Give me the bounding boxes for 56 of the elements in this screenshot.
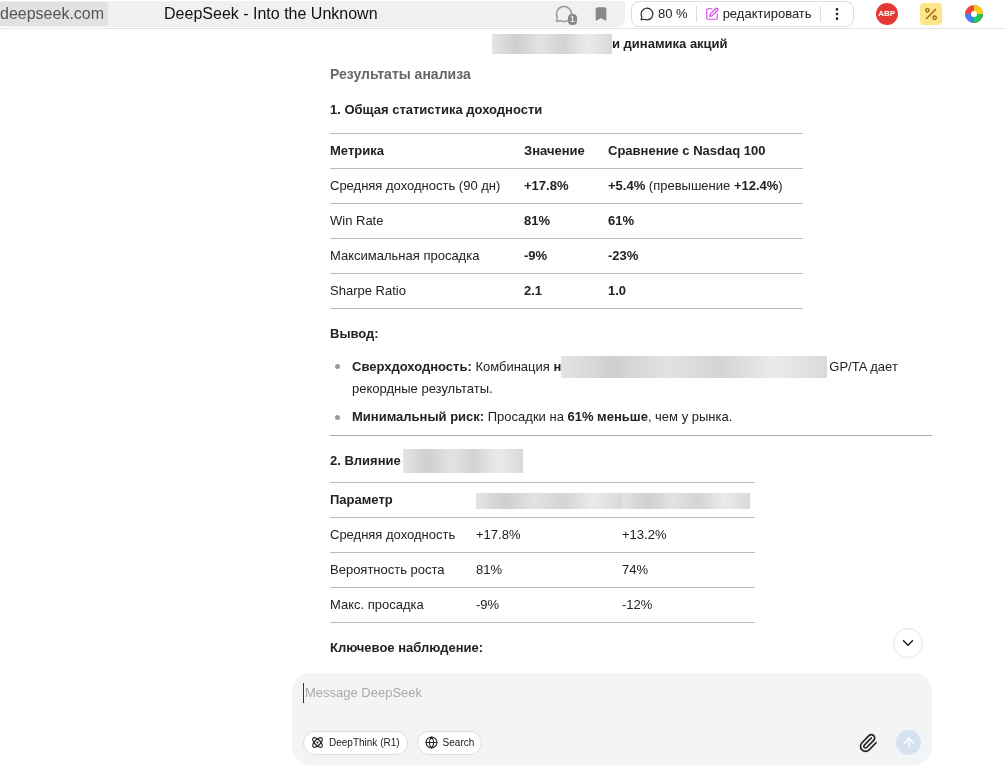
bullet-text: Сверхдоходность: Комбинация н — [352, 358, 562, 376]
table-cell: +17.8% — [524, 168, 608, 203]
table-cell: -9% — [476, 587, 622, 623]
table-cell: 2.1 — [524, 273, 608, 308]
table-cell: -9% — [524, 238, 608, 273]
table-cell: -23% — [608, 238, 803, 273]
table-cell: 61% — [608, 203, 803, 238]
percent-extension-icon[interactable] — [919, 3, 942, 25]
table-cell: Максимальная просадка — [330, 238, 524, 273]
zoom-button[interactable]: 80 % — [640, 4, 688, 24]
pen-icon — [704, 7, 719, 21]
bullet-text: GP/TA дает — [829, 358, 898, 376]
conclusion-title: Вывод: — [330, 324, 380, 343]
deepthink-button[interactable]: DeepThink (R1) — [303, 730, 408, 755]
table-cell: +5.4% (превышение +12.4%) — [608, 168, 803, 203]
color-wheel-icon[interactable] — [963, 4, 984, 24]
search-button[interactable]: Search — [416, 730, 483, 755]
atom-icon — [311, 736, 324, 749]
table-cell: 74% — [622, 552, 755, 588]
attach-icon[interactable] — [858, 732, 878, 753]
bullet-icon — [335, 364, 340, 369]
column-header: Метрика — [330, 133, 524, 168]
bookmark-icon[interactable] — [593, 6, 609, 22]
section-title: 1. Общая статистика доходности — [330, 101, 544, 119]
bullet-icon — [335, 415, 340, 420]
scroll-down-button[interactable] — [893, 628, 923, 658]
table-cell: Макс. просадка — [330, 587, 476, 623]
table-cell: +13.2% — [622, 517, 755, 553]
tab-badge: 1 — [568, 13, 577, 25]
bullet-text: рекордные результаты. — [352, 380, 494, 398]
table-cell: Sharpe Ratio — [330, 273, 524, 308]
column-header: Сравнение с Nasdaq 100 — [608, 133, 803, 168]
page-title: DeepSeek - Into the Unknown — [164, 4, 378, 24]
table-cell: Средняя доходность (90 дн) — [330, 168, 524, 203]
column-header: Значение — [524, 133, 608, 168]
table-cell: +17.8% — [476, 517, 622, 553]
table-cell: 1.0 — [608, 273, 803, 308]
table-cell: Вероятность роста — [330, 552, 476, 588]
edit-button[interactable]: редактировать — [704, 4, 812, 24]
results-heading: Результаты анализа — [330, 65, 472, 84]
section-title: 2. Влияние — [330, 452, 401, 471]
chat-bubble-icon[interactable] — [555, 5, 573, 23]
adblock-extension[interactable]: ABP — [875, 3, 898, 25]
table-cell: Win Rate — [330, 203, 524, 238]
column-header: Параметр — [330, 492, 393, 508]
key-observation: Ключевое наблюдение: — [330, 639, 484, 657]
intro-text: и динамика акций — [612, 35, 728, 54]
table-cell: -12% — [622, 587, 755, 623]
address-bar[interactable]: deepseek.com DeepSeek - Into the Unknown 1 — [0, 1, 625, 27]
globe-icon — [424, 736, 438, 749]
message-input[interactable]: Message DeepSeek — [303, 683, 921, 703]
bullet-text: Минимальный риск: Просадки на 61% меньше, чем у рынка. — [352, 408, 733, 426]
domain-text: deepseek.com — [0, 2, 109, 26]
table-cell: 81% — [524, 203, 608, 238]
table-cell: Средняя доходность — [330, 517, 476, 553]
table-cell: 81% — [476, 552, 622, 588]
